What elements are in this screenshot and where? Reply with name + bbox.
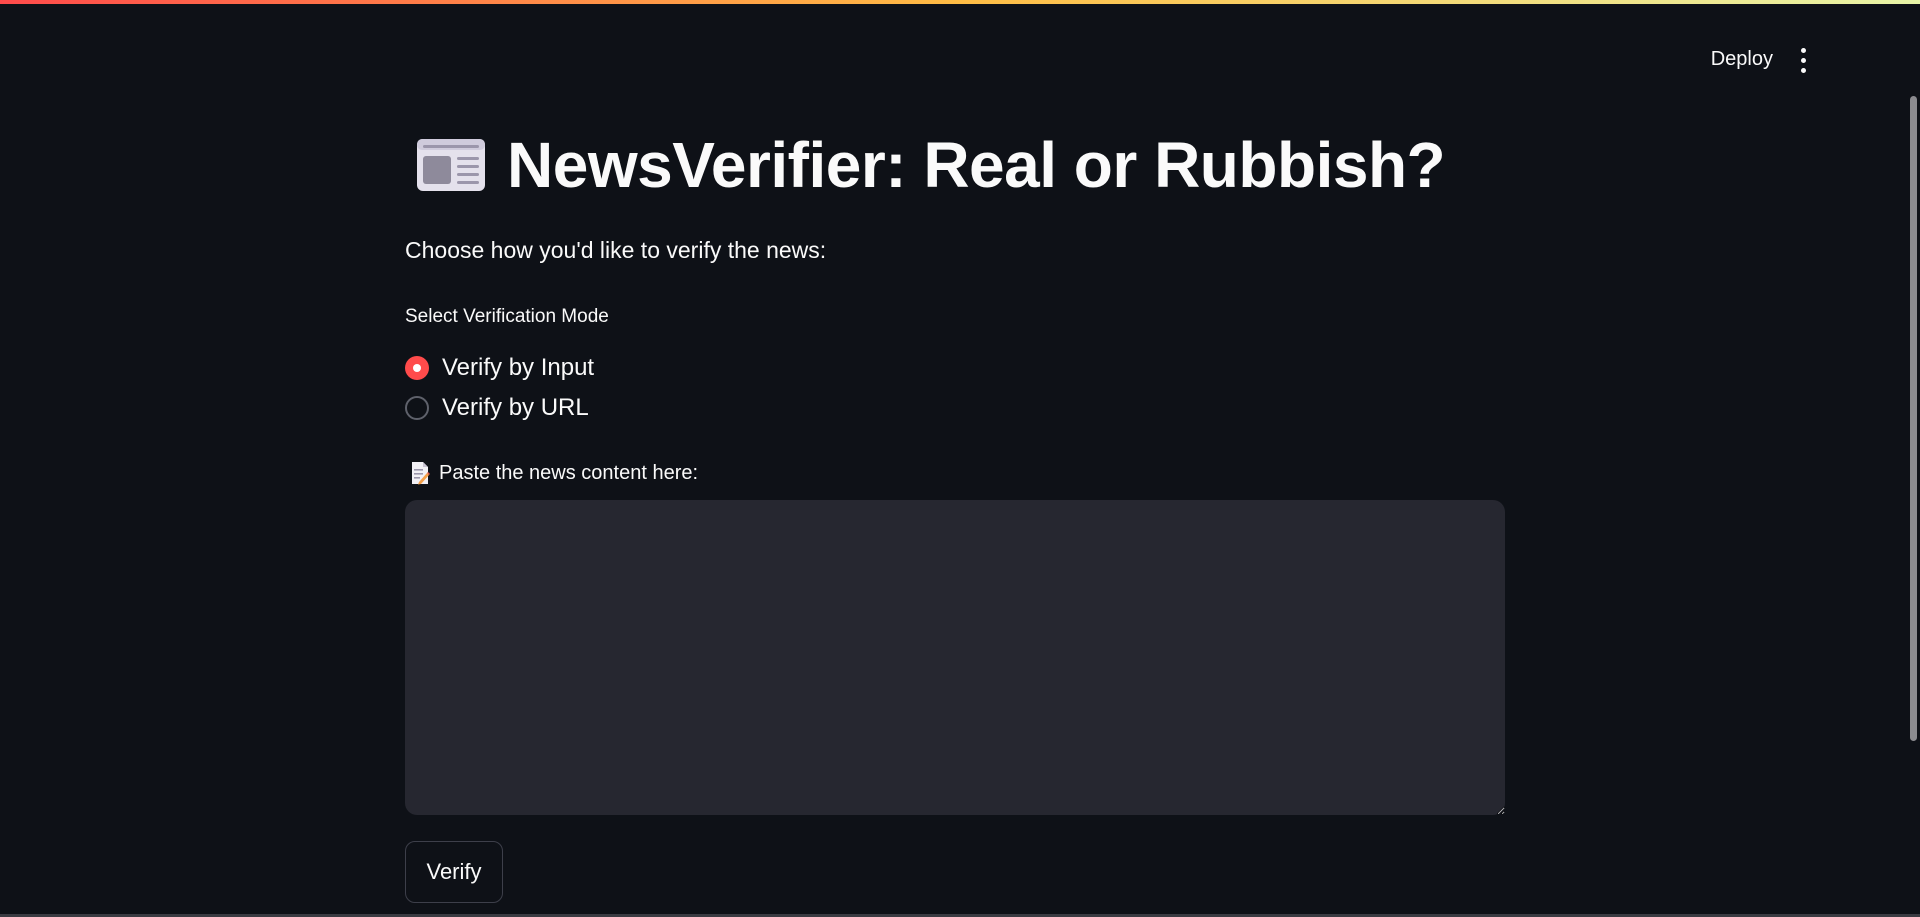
radio-button-checked[interactable]: [405, 356, 429, 380]
radio-option-verify-by-input[interactable]: Verify by Input: [405, 348, 1505, 388]
vertical-ellipsis-icon: [1800, 47, 1806, 73]
radio-button-unchecked[interactable]: [405, 396, 429, 420]
radio-label: Verify by URL: [442, 394, 589, 421]
verification-mode-label: Select Verification Mode: [405, 306, 609, 327]
scrollbar-thumb[interactable]: [1910, 96, 1917, 741]
radio-label: Verify by Input: [442, 354, 595, 381]
main-menu-button[interactable]: [1788, 40, 1818, 80]
deploy-button[interactable]: Deploy: [1699, 42, 1785, 77]
content-label-row: Paste the news content here:: [405, 458, 1505, 488]
app-window: Deploy NewsVerifier: Real or Rubbish? Ch…: [0, 0, 1920, 917]
verify-button[interactable]: Verify: [405, 841, 503, 903]
content-field-label: Paste the news content here:: [439, 461, 699, 484]
verification-mode-radio-group: Verify by Input Verify by URL: [405, 348, 1505, 428]
newspaper-icon: [415, 135, 487, 195]
title-row: NewsVerifier: Real or Rubbish?: [405, 115, 1505, 215]
main-content: NewsVerifier: Real or Rubbish? Choose ho…: [405, 115, 1505, 903]
radio-option-verify-by-url[interactable]: Verify by URL: [405, 388, 1505, 428]
instructions-text: Choose how you'd like to verify the news…: [405, 237, 827, 263]
page-title: NewsVerifier: Real or Rubbish?: [507, 129, 1446, 201]
news-content-textarea[interactable]: [405, 500, 1505, 815]
app-header: Deploy: [0, 4, 1920, 114]
memo-icon: [410, 461, 430, 485]
scrollbar[interactable]: [1906, 4, 1920, 917]
